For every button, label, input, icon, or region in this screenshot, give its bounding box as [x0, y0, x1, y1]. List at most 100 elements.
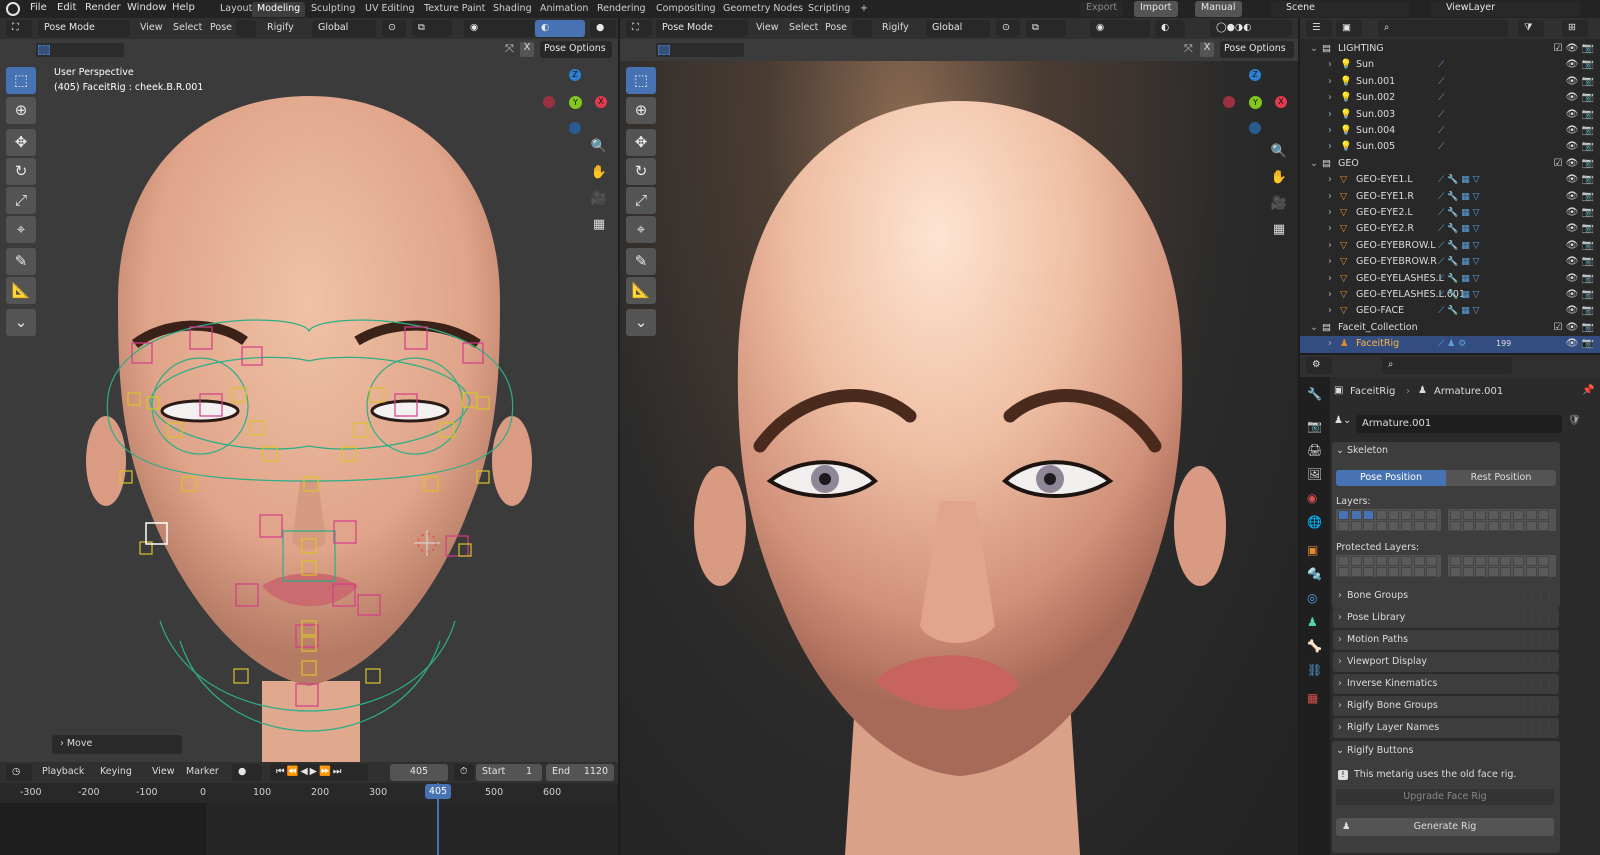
panel-rigify-layer-names[interactable]: Rigify Layer Names⋮⋮⋮⋮: [1333, 718, 1559, 738]
layer-toggle[interactable]: [1338, 556, 1349, 566]
menu-rigify[interactable]: Rigify: [267, 22, 294, 33]
menu-help[interactable]: Help: [172, 2, 195, 13]
gizmo-neg-z-axis-right[interactable]: [1249, 122, 1261, 134]
layer-toggle[interactable]: [1525, 566, 1537, 577]
panel-bone-groups[interactable]: Bone Groups⋮⋮⋮⋮: [1333, 586, 1559, 606]
layer-toggle[interactable]: [1375, 566, 1387, 577]
end-frame-field[interactable]: End 1120: [546, 764, 614, 781]
overlay-toggle-icon[interactable]: ◐: [535, 20, 585, 37]
cursor-icon-right[interactable]: ⊕: [626, 97, 656, 124]
expand-arrow-icon[interactable]: ›: [1328, 74, 1332, 90]
select-mode-icons-right[interactable]: [656, 43, 744, 57]
modifier-icons[interactable]: ⟋: [1438, 139, 1444, 155]
layer-toggle[interactable]: [1388, 556, 1400, 566]
export-button[interactable]: Export: [1080, 1, 1124, 17]
outliner-row[interactable]: › ▽ GEO-EYEBROW.L ⟋ 🔧 ▦ ▽ 👁 📷: [1300, 238, 1600, 254]
modifier-tab-icon[interactable]: 🔩: [1307, 567, 1322, 581]
skeleton-panel-header[interactable]: ⌄ Skeleton: [1336, 445, 1388, 456]
transform-affect-icon[interactable]: ⤧: [505, 42, 514, 56]
expand-arrow-icon[interactable]: ›: [1328, 221, 1332, 237]
layer-toggle[interactable]: [1450, 556, 1461, 566]
layer-toggle[interactable]: [1487, 566, 1499, 577]
visibility-toggle-icons[interactable]: 👁 📷: [1566, 107, 1594, 123]
outliner-row[interactable]: › 💡 Sun.002 ⟋ 👁 📷: [1300, 90, 1600, 106]
expand-arrow-icon[interactable]: ›: [1328, 90, 1332, 106]
gizmo-x-axis[interactable]: X: [595, 96, 607, 108]
layer-toggle[interactable]: [1401, 566, 1412, 577]
layer-toggle[interactable]: [1426, 510, 1438, 520]
outliner-row[interactable]: ⌄ ▤ LIGHTING ☑ 👁 📷: [1300, 41, 1600, 57]
measure-icon[interactable]: 📐: [6, 277, 36, 304]
layer-toggle[interactable]: [1338, 566, 1349, 577]
outliner-row[interactable]: › ▽ GEO-EYE2.R ⟋ 🔧 ▦ ▽ 👁 📷: [1300, 221, 1600, 237]
record-icon[interactable]: ●: [232, 764, 262, 781]
view-layer-tab-icon[interactable]: 🖼: [1307, 467, 1322, 481]
expand-arrow-icon[interactable]: ⌄: [1310, 41, 1318, 57]
layer-toggle[interactable]: [1401, 510, 1412, 520]
modifier-icons[interactable]: ⟋ 🔧 ▦ ▽: [1438, 287, 1480, 303]
pivot-icon[interactable]: ⊙: [382, 20, 406, 37]
layer-toggle[interactable]: [1413, 510, 1425, 520]
annotate-icon[interactable]: ✎: [6, 248, 36, 275]
shading-modes-icon[interactable]: ◯●◑◐: [1210, 20, 1292, 37]
overlay-toggle-icon-right[interactable]: ◐: [1155, 20, 1185, 37]
scene-tab-icon[interactable]: ◉: [1307, 491, 1317, 505]
manual-button[interactable]: Manual: [1195, 1, 1242, 17]
navigation-gizmo-right[interactable]: Z Y X: [1220, 69, 1295, 139]
modifier-icons[interactable]: ⟋ ♟ ⚙: [1438, 336, 1466, 352]
pan-hand-icon[interactable]: ✋: [588, 162, 610, 184]
visibility-toggle-icons[interactable]: ☑ 👁 📷: [1554, 320, 1594, 336]
editor-type-button-right[interactable]: ⛶: [626, 20, 652, 37]
visibility-icon-right[interactable]: ◉: [1090, 20, 1150, 37]
visibility-icon[interactable]: ◉: [464, 20, 534, 37]
playback-controls[interactable]: ⏮⏪◀▶⏩⏭: [270, 764, 368, 781]
outliner-search-field[interactable]: ⌕: [1378, 20, 1508, 37]
pan-hand-icon-right[interactable]: ✋: [1268, 167, 1290, 189]
ortho-grid-icon-right[interactable]: ▦: [1268, 219, 1290, 241]
outliner-row[interactable]: › ▽ GEO-EYE2.L ⟋ 🔧 ▦ ▽ 👁 📷: [1300, 205, 1600, 221]
left-viewport-canvas[interactable]: User Perspective (405) FaceitRig : cheek…: [0, 61, 618, 762]
outliner-row[interactable]: › ♟ FaceitRig ⟋ ♟ ⚙ 199 👁 📷: [1300, 336, 1600, 353]
gizmo-neg-z-axis[interactable]: [569, 122, 581, 134]
layer-toggle[interactable]: [1538, 520, 1550, 531]
properties-search-field[interactable]: ⌕: [1382, 357, 1512, 374]
scene-selector[interactable]: Scene: [1270, 1, 1410, 17]
expand-arrow-icon[interactable]: ›: [1328, 189, 1332, 205]
annotate-icon-right[interactable]: ✎: [626, 248, 656, 275]
expand-arrow-icon[interactable]: ›: [1328, 254, 1332, 270]
panel-motion-paths[interactable]: Motion Paths⋮⋮⋮⋮: [1333, 630, 1559, 650]
relax-pose-icon[interactable]: ⌄: [6, 309, 36, 336]
zoom-icon-right[interactable]: 🔍: [1268, 141, 1290, 163]
panel-rigify-bone-groups[interactable]: Rigify Bone Groups⋮⋮⋮⋮: [1333, 696, 1559, 716]
measure-icon-right[interactable]: 📐: [626, 277, 656, 304]
menu-edit[interactable]: Edit: [57, 2, 76, 13]
workspace-tab-compositing[interactable]: Compositing: [651, 2, 721, 17]
visibility-toggle-icons[interactable]: 👁 📷: [1566, 336, 1594, 352]
layer-toggle[interactable]: [1513, 556, 1524, 566]
layer-toggle[interactable]: [1513, 510, 1524, 520]
expand-arrow-icon[interactable]: ›: [1328, 139, 1332, 155]
layer-toggle[interactable]: [1475, 566, 1487, 577]
playhead-frame-badge[interactable]: 405: [425, 784, 451, 799]
layer-toggle[interactable]: [1525, 520, 1537, 531]
layer-toggle[interactable]: [1375, 510, 1387, 520]
visibility-toggle-icons[interactable]: 👁 📷: [1566, 57, 1594, 73]
layer-toggle[interactable]: [1363, 566, 1375, 577]
layer-toggle[interactable]: [1487, 510, 1499, 520]
layer-toggle[interactable]: [1413, 520, 1425, 531]
pose-position-button[interactable]: Pose Position: [1336, 470, 1446, 486]
modifier-icons[interactable]: ⟋: [1438, 74, 1444, 90]
outliner-row[interactable]: › ▽ GEO-EYELASHES.L ⟋ 🔧 ▦ ▽ 👁 📷: [1300, 271, 1600, 287]
move-icon[interactable]: ✥: [6, 129, 36, 156]
timeline-track[interactable]: [0, 803, 618, 855]
outliner-editor-type-icon[interactable]: ☰: [1306, 20, 1332, 37]
layer-toggle[interactable]: [1462, 556, 1474, 566]
outliner-row[interactable]: › ▽ GEO-EYELASHES.L.001 ⟋ 🔧 ▦ ▽ 👁 📷: [1300, 287, 1600, 303]
transform-affect-icon-right[interactable]: ⤧: [1184, 42, 1193, 56]
cursor-icon[interactable]: ⊕: [6, 97, 36, 124]
layer-toggle[interactable]: [1487, 520, 1499, 531]
select-mode-icons[interactable]: [36, 43, 124, 57]
modifier-icons[interactable]: ⟋ 🔧 ▦ ▽: [1438, 189, 1480, 205]
protected-layers-grid-left[interactable]: [1336, 555, 1441, 577]
render-tab-icon[interactable]: 📷: [1307, 419, 1322, 433]
